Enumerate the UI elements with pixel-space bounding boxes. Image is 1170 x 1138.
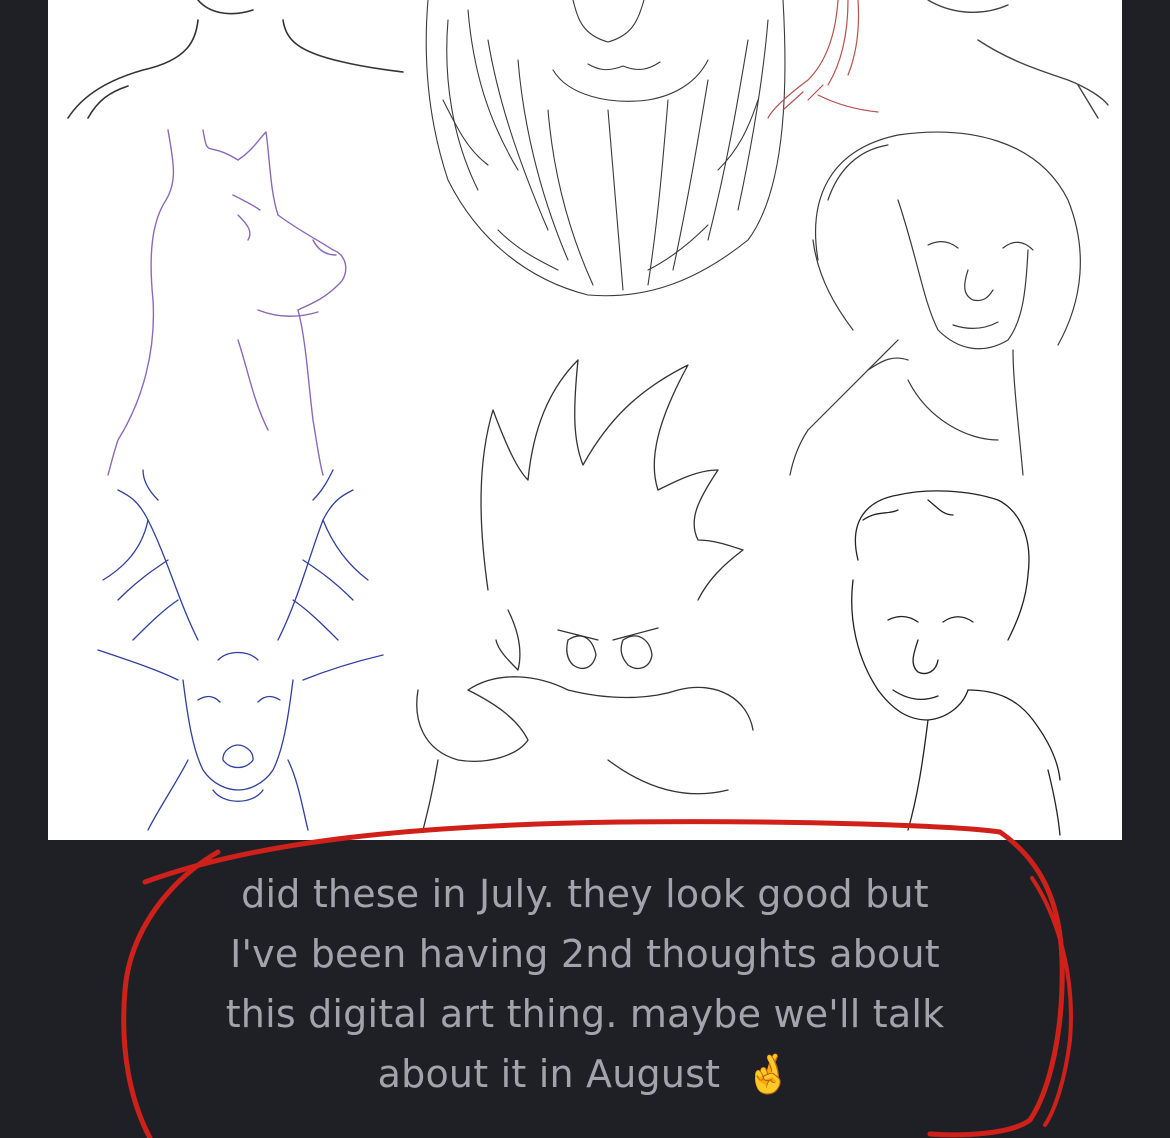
sketch-collage-image: [48, 0, 1122, 840]
lion-sketch-icon: [425, 0, 786, 297]
caption-line-3: this digital art thing. maybe we'll talk: [225, 992, 945, 1036]
dog-sketch-icon: [107, 129, 347, 476]
crossed-fingers-emoji-icon: 🤞: [744, 1052, 793, 1096]
spiky-hair-boy-sketch-icon: [416, 359, 754, 831]
post-caption: did these in July. they look good but I'…: [0, 864, 1170, 1104]
caption-line-4: about it in August 🤞: [0, 1044, 1170, 1104]
caption-line-4-text: about it in August: [377, 1052, 721, 1096]
caption-line-2: I've been having 2nd thoughts about: [230, 932, 940, 976]
woman-sketch-icon: [789, 131, 1081, 476]
deer-sketch-icon: [97, 469, 384, 831]
caption-line-1: did these in July. they look good but: [241, 872, 929, 916]
short-hair-woman-sketch-icon: [851, 490, 1061, 836]
portrait-sketch-icon: [67, 0, 404, 119]
